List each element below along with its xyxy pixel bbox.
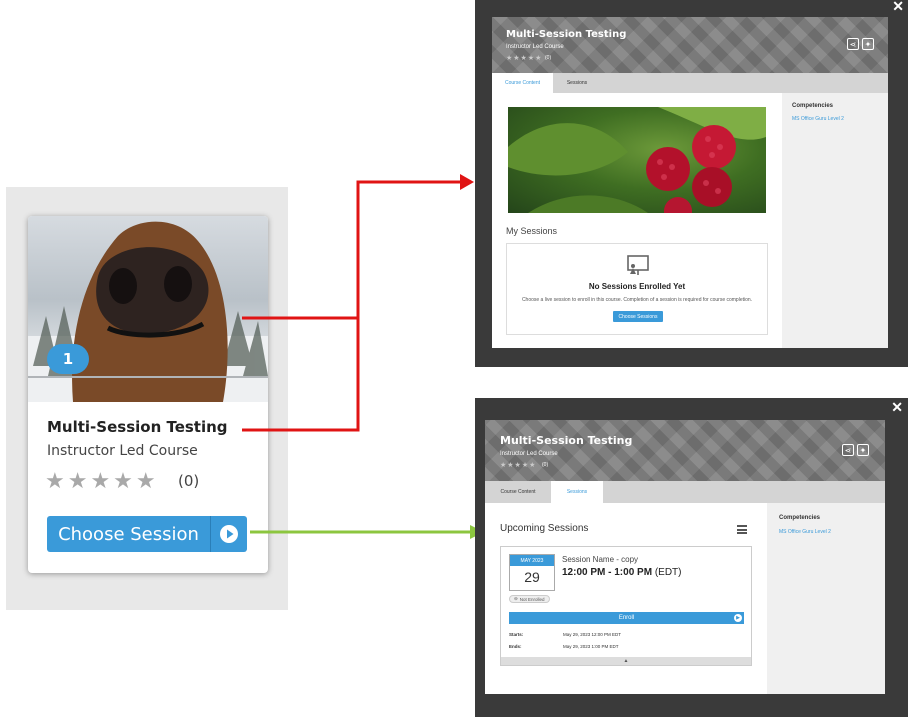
- ends-value: May 29, 2023 1:00 PM EDT: [563, 644, 619, 649]
- calendar-day: 29: [524, 569, 540, 585]
- modal-rating-stars[interactable]: ★★★★★: [506, 54, 542, 62]
- tab-sessions[interactable]: Sessions: [551, 481, 603, 503]
- tab-sessions[interactable]: Sessions: [553, 73, 601, 93]
- raspberry-photo: [508, 107, 766, 213]
- empty-title: No Sessions Enrolled Yet: [588, 282, 686, 291]
- competencies-sidebar: Competencies MS Office Guru Level 2: [767, 503, 885, 694]
- header-actions: ⋖ ✦: [842, 444, 869, 456]
- choose-sessions-button[interactable]: Choose Sessions: [613, 311, 663, 322]
- modal-title: Multi-Session Testing: [500, 434, 633, 447]
- list-view-icon[interactable]: [737, 525, 747, 536]
- presentation-icon: [625, 254, 651, 281]
- enroll-label: Enroll: [618, 615, 635, 621]
- red-arrowhead: [460, 174, 474, 190]
- pin-icon[interactable]: ✦: [857, 444, 869, 456]
- tab-course-content[interactable]: Course Content: [485, 481, 551, 503]
- session-name: Session Name - copy: [562, 555, 639, 564]
- course-thumbnail[interactable]: 1: [28, 216, 268, 402]
- upcoming-sessions-heading: Upcoming Sessions: [500, 523, 589, 534]
- competencies-heading: Competencies: [792, 103, 834, 109]
- status-text: Not Enrolled: [519, 596, 545, 602]
- modal-tabs: Course Content Sessions: [485, 481, 885, 503]
- modal-subtitle: Instructor Led Course: [500, 451, 558, 457]
- status-badge: ⊖ Not Enrolled: [509, 595, 550, 603]
- modal-top: Multi-Session Testing Instructor Led Cou…: [492, 17, 888, 348]
- calendar-month: MAY 2023: [510, 555, 554, 566]
- empty-sessions-panel: No Sessions Enrolled Yet Choose a live s…: [506, 243, 768, 335]
- course-type: Instructor Led Course: [47, 443, 198, 459]
- share-icon[interactable]: ⋖: [847, 38, 859, 50]
- choose-session-button[interactable]: Choose Session: [47, 516, 247, 552]
- modal-subtitle: Instructor Led Course: [506, 44, 564, 50]
- modal-tabs: Course Content Sessions: [492, 73, 888, 93]
- competency-link[interactable]: MS Office Guru Level 2: [792, 116, 844, 122]
- modal-main: Upcoming Sessions MAY 2023 29 Session Na…: [485, 503, 767, 694]
- starts-value: May 29, 2023 12:00 PM EDT: [563, 632, 622, 637]
- course-title[interactable]: Multi-Session Testing: [47, 418, 228, 436]
- choose-session-label: Choose Session: [58, 523, 199, 545]
- calendar-date: MAY 2023 29: [509, 554, 555, 591]
- session-time: 12:00 PM - 1:00 PM: [562, 567, 653, 578]
- enroll-button[interactable]: Enroll ▶: [509, 612, 744, 624]
- modal-title: Multi-Session Testing: [506, 29, 627, 40]
- starts-label: Starts:: [509, 632, 524, 637]
- play-icon[interactable]: [211, 524, 247, 544]
- my-sessions-heading: My Sessions: [506, 226, 558, 236]
- rating-stars[interactable]: ★★★★★: [45, 468, 159, 494]
- session-timezone: (EDT): [654, 567, 682, 578]
- ends-label: Ends:: [509, 644, 522, 649]
- competency-link[interactable]: MS Office Guru Level 2: [779, 529, 831, 535]
- modal-bottom: Multi-Session Testing Instructor Led Cou…: [485, 420, 885, 694]
- session-count-badge: 1: [47, 344, 89, 374]
- modal-rating-count: (0): [542, 462, 549, 468]
- session-card: MAY 2023 29 Session Name - copy 12:00 PM…: [500, 546, 752, 666]
- share-icon[interactable]: ⋖: [842, 444, 854, 456]
- modal-main: My Sessions No Sessions Enrolled Yet Cho…: [492, 93, 782, 348]
- horse-photo: [28, 221, 268, 402]
- tab-course-content[interactable]: Course Content: [492, 73, 553, 93]
- minus-circle-icon: ⊖: [514, 596, 518, 601]
- play-icon[interactable]: ▶: [734, 614, 742, 622]
- collapse-caret-icon[interactable]: ▲: [501, 657, 751, 665]
- pin-icon[interactable]: ✦: [862, 38, 874, 50]
- empty-text: Choose a live session to enroll in this …: [521, 297, 753, 303]
- course-hero-image: [508, 107, 766, 213]
- modal-header: Multi-Session Testing Instructor Led Cou…: [492, 17, 888, 73]
- competencies-sidebar: Competencies MS Office Guru Level 2: [782, 93, 888, 348]
- competencies-heading: Competencies: [779, 515, 821, 521]
- session-time-row: 12:00 PM - 1:00 PM (EDT): [562, 567, 682, 578]
- modal-rating-stars[interactable]: ★★★★★: [500, 461, 536, 469]
- rating-count: (0): [178, 472, 200, 490]
- modal-header: Multi-Session Testing Instructor Led Cou…: [485, 420, 885, 481]
- course-card[interactable]: 1 Multi-Session Testing Instructor Led C…: [28, 216, 268, 573]
- close-icon[interactable]: ✕: [892, 0, 904, 15]
- close-icon[interactable]: ✕: [891, 399, 903, 416]
- modal-rating-count: (0): [545, 55, 552, 61]
- header-actions: ⋖ ✦: [847, 38, 874, 50]
